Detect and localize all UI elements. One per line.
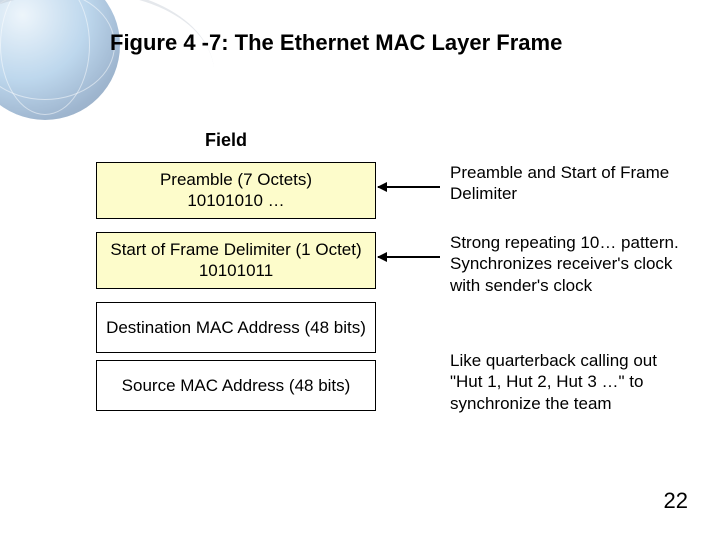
cell-src-mac-text: Source MAC Address (48 bits): [101, 375, 371, 396]
page-number: 22: [664, 488, 688, 514]
cell-dst-mac-text: Destination MAC Address (48 bits): [101, 317, 371, 338]
cell-preamble-line2: 10101010 …: [101, 190, 371, 211]
corner-art: [0, 0, 130, 130]
annotation-preamble-sfd: Preamble and Start of Frame Delimiter: [450, 162, 690, 205]
arrow-to-preamble: [378, 186, 440, 188]
figure-title: Figure 4 -7: The Ethernet MAC Layer Fram…: [110, 30, 562, 56]
swoosh-decoration: [0, 0, 217, 132]
annotation-sync-pattern: Strong repeating 10… pattern. Synchroniz…: [450, 232, 690, 296]
cell-sfd-line2: 10101011: [101, 260, 371, 281]
cell-preamble: Preamble (7 Octets) 10101010 …: [96, 162, 376, 219]
slide: Figure 4 -7: The Ethernet MAC Layer Fram…: [0, 0, 720, 540]
arrow-to-sfd: [378, 256, 440, 258]
cell-dst-mac: Destination MAC Address (48 bits): [96, 302, 376, 353]
globe-icon: [0, 0, 120, 120]
cell-sfd: Start of Frame Delimiter (1 Octet) 10101…: [96, 232, 376, 289]
field-column-header: Field: [205, 130, 247, 151]
cell-sfd-line1: Start of Frame Delimiter (1 Octet): [101, 239, 371, 260]
cell-preamble-line1: Preamble (7 Octets): [101, 169, 371, 190]
annotation-quarterback: Like quarterback calling out "Hut 1, Hut…: [450, 350, 690, 414]
cell-src-mac: Source MAC Address (48 bits): [96, 360, 376, 411]
